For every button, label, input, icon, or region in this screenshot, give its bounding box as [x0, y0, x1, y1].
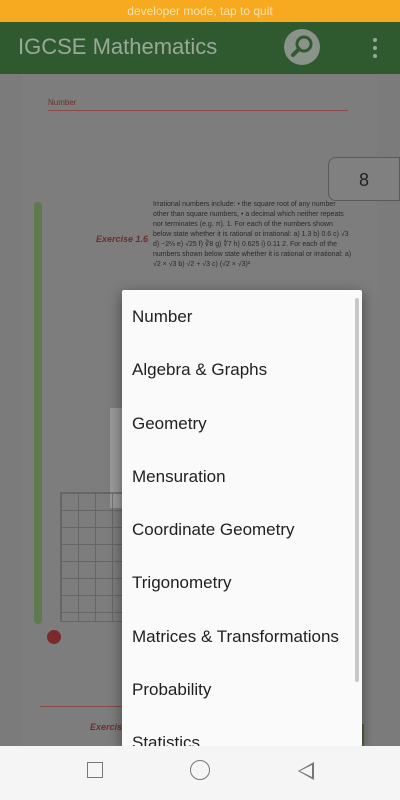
dropdown-item-statistics[interactable]: Statistics — [122, 716, 362, 747]
dropdown-item-matrices-transformations[interactable]: Matrices & Transformations — [122, 610, 362, 663]
dropdown-scrollbar[interactable] — [355, 298, 359, 682]
chapter-dropdown: Number Algebra & Graphs Geometry Mensura… — [122, 290, 362, 747]
dropdown-item-mensuration[interactable]: Mensuration — [122, 450, 362, 503]
divider — [48, 110, 348, 111]
home-icon[interactable] — [190, 760, 210, 780]
recents-icon[interactable] — [87, 762, 103, 778]
dropdown-item-probability[interactable]: Probability — [122, 663, 362, 716]
dropdown-item-geometry[interactable]: Geometry — [122, 397, 362, 450]
page-number-box[interactable]: 8 — [328, 157, 400, 201]
search-button[interactable] — [284, 29, 320, 65]
app-bar: IGCSE Mathematics — [0, 22, 400, 74]
lower-exercise-title: Exercis — [90, 722, 123, 732]
dropdown-item-coordinate-geometry[interactable]: Coordinate Geometry — [122, 503, 362, 556]
dropdown-item-algebra-graphs[interactable]: Algebra & Graphs — [122, 343, 362, 396]
system-nav-bar — [0, 746, 400, 800]
search-icon — [291, 35, 313, 57]
page-scroll-indicator — [34, 202, 42, 624]
section-label: Number — [48, 98, 77, 107]
back-icon[interactable] — [298, 762, 314, 780]
developer-mode-banner[interactable]: developer mode, tap to quit — [0, 0, 400, 22]
app-title: IGCSE Mathematics — [18, 34, 218, 59]
exercise-title: Exercise 1.6 — [96, 234, 149, 244]
bookmark-dot — [47, 630, 61, 644]
page-text: Irrational numbers include: • the square… — [153, 201, 352, 268]
dropdown-item-number[interactable]: Number — [122, 290, 362, 343]
dropdown-item-trigonometry[interactable]: Trigonometry — [122, 556, 362, 609]
overflow-menu-icon[interactable] — [368, 36, 382, 60]
